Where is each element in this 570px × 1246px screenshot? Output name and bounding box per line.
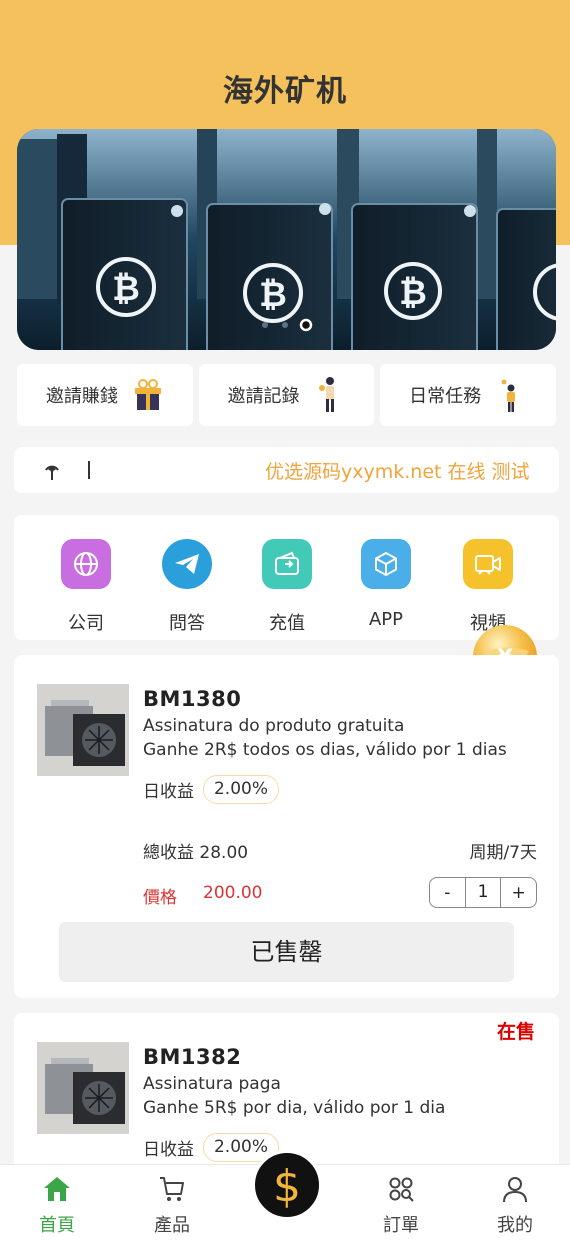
task-person-icon bbox=[495, 375, 527, 415]
center-dollar-button[interactable]: $ bbox=[252, 1150, 322, 1220]
user-icon bbox=[503, 1177, 527, 1203]
product-name: BM1382 bbox=[143, 1045, 242, 1069]
price-label: 價格 bbox=[143, 888, 177, 908]
quick-link-label: 日常任務 bbox=[409, 386, 482, 407]
quick-link-daily-tasks[interactable]: 日常任務 bbox=[380, 364, 557, 426]
gift-icon bbox=[132, 375, 164, 415]
tab-orders[interactable]: 訂單 bbox=[366, 1175, 436, 1237]
increment-button[interactable]: + bbox=[501, 883, 536, 903]
menu-item-label: 問答 bbox=[169, 613, 205, 634]
person-icon bbox=[314, 375, 346, 415]
tab-label: 產品 bbox=[154, 1215, 190, 1236]
status-badge: 在售 bbox=[496, 1021, 535, 1043]
sold-out-button[interactable]: 已售罄 bbox=[59, 922, 514, 982]
globe-icon bbox=[61, 539, 111, 589]
page-title: 海外矿机 bbox=[223, 74, 347, 109]
cart-icon bbox=[160, 1177, 184, 1201]
wallet-icon bbox=[262, 539, 312, 589]
quantity-value[interactable]: 1 bbox=[464, 878, 502, 907]
quick-links: 邀請賺錢 邀請記錄 日常任務 bbox=[17, 364, 557, 426]
banner-carousel[interactable]: ₿ ₿ ₿ bbox=[17, 129, 556, 350]
notice-bar[interactable]: 优选源码yxymk.net 在线 测试 bbox=[14, 447, 559, 493]
daily-yield-label: 日收益 bbox=[143, 1140, 194, 1160]
quick-link-invite-records[interactable]: 邀請記錄 bbox=[198, 364, 375, 426]
svg-text:₿: ₿ bbox=[399, 273, 427, 313]
product-description: Assinatura paga bbox=[143, 1074, 281, 1094]
quantity-stepper[interactable]: - 1 + bbox=[429, 877, 537, 908]
menu-item-company[interactable]: 公司 bbox=[56, 539, 116, 635]
quick-link-label: 邀請記錄 bbox=[227, 386, 300, 407]
product-card: BM1380 Assinatura do produto gratuita Ga… bbox=[14, 655, 559, 998]
svg-text:$: $ bbox=[273, 1161, 301, 1209]
notice-divider bbox=[88, 461, 90, 479]
dollar-icon: $ bbox=[273, 1161, 301, 1209]
quick-link-label: 邀請賺錢 bbox=[45, 386, 118, 407]
decrement-button[interactable]: - bbox=[430, 883, 465, 903]
menu-item-recharge[interactable]: 充值 bbox=[257, 539, 317, 635]
carousel-dot-active[interactable] bbox=[299, 318, 313, 332]
product-earnings-text: Ganhe 2R$ todos os dias, válido por 1 di… bbox=[143, 740, 507, 760]
notice-marquee-text: 优选源码yxymk.net 在线 测试 bbox=[265, 461, 530, 483]
product-price: 200.00 bbox=[203, 883, 263, 903]
product-description: Assinatura do produto gratuita bbox=[143, 716, 405, 736]
cube-icon bbox=[361, 539, 411, 589]
menu-item-label: APP bbox=[368, 609, 404, 630]
svg-text:₿: ₿ bbox=[259, 275, 287, 315]
svg-text:₿: ₿ bbox=[112, 269, 140, 309]
broadcast-icon bbox=[45, 465, 59, 480]
menu-item-label: 充值 bbox=[269, 613, 305, 634]
grid-icon bbox=[389, 1177, 414, 1202]
video-icon bbox=[463, 539, 513, 589]
product-image bbox=[37, 684, 129, 776]
product-earnings-text: Ganhe 5R$ por dia, válido por 1 dia bbox=[143, 1098, 446, 1118]
telegram-icon bbox=[162, 539, 212, 589]
product-period: 周期/7天 bbox=[469, 843, 537, 863]
daily-yield-label: 日收益 bbox=[143, 782, 194, 802]
tab-label: 首頁 bbox=[39, 1215, 75, 1236]
carousel-dot[interactable] bbox=[282, 322, 288, 328]
total-yield: 總收益 28.00 bbox=[143, 843, 249, 863]
tab-label: 我的 bbox=[497, 1215, 533, 1236]
mining-rig-image: ₿ ₿ ₿ bbox=[17, 129, 556, 350]
tab-label: 訂單 bbox=[383, 1215, 419, 1236]
tab-profile[interactable]: 我的 bbox=[480, 1175, 550, 1237]
quick-link-invite-earn[interactable]: 邀請賺錢 bbox=[17, 364, 193, 426]
carousel-dot[interactable] bbox=[262, 322, 268, 328]
tab-products[interactable]: 產品 bbox=[137, 1175, 207, 1237]
product-name: BM1380 bbox=[143, 687, 242, 711]
menu-item-app[interactable]: APP bbox=[356, 539, 416, 630]
menu-item-label: 公司 bbox=[68, 613, 104, 634]
home-icon bbox=[44, 1177, 70, 1201]
product-image bbox=[37, 1042, 129, 1134]
menu-item-qa[interactable]: 問答 bbox=[157, 539, 217, 635]
daily-yield-badge: 2.00% bbox=[203, 775, 279, 804]
tab-home[interactable]: 首頁 bbox=[22, 1175, 92, 1237]
